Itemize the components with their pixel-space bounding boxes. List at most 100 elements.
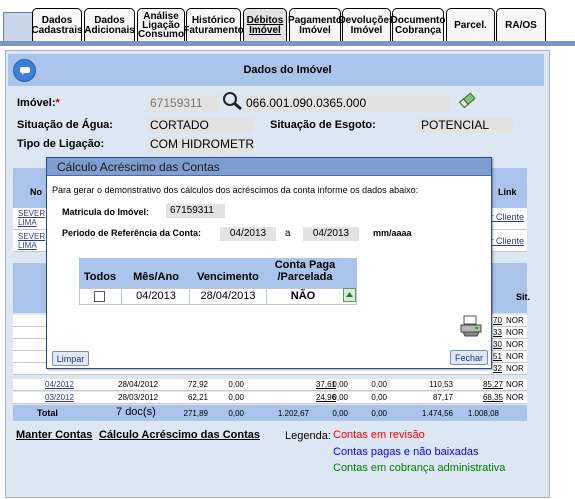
header-vencimento: Vencimento [197, 271, 259, 283]
due-date-cell: 28/03/2012 [118, 393, 159, 402]
tab-label: Imóvel [350, 24, 383, 36]
value-cell: 87,17 [432, 393, 453, 402]
value-link[interactable]: 68,35 [463, 392, 503, 403]
client-name[interactable]: LIMA [18, 240, 37, 251]
situacao-agua-value: CORTADO [147, 118, 254, 133]
value-cell: 0,00 [371, 380, 387, 389]
legend-item-cobranca: Contas em cobrança administrativa [333, 462, 506, 474]
value-link[interactable]: 85,27 [463, 379, 503, 390]
amount-link[interactable]: 30 [493, 339, 502, 350]
tab-pagamento-imovel[interactable]: Pagamento Imóvel [288, 8, 342, 42]
tab-documento-cobranca[interactable]: Documento Cobrança [391, 8, 446, 42]
total-value: 271,89 [183, 409, 208, 418]
situation-cell: NOR [506, 393, 524, 402]
periodo-fim-input[interactable]: 04/2013 [303, 227, 359, 241]
situation-cell: NOR [506, 316, 524, 325]
reference-link[interactable]: 04/2012 [45, 379, 74, 390]
column-header-sit: Sit. [516, 292, 531, 302]
imovel-label-text: Imóvel: [17, 97, 56, 109]
total-value: 1.474,56 [421, 409, 453, 418]
tab-debitos-imovel[interactable]: Débitos Imóvel [243, 8, 287, 42]
total-value: 0,00 [371, 409, 387, 418]
tab-label: Imóvel [249, 24, 281, 36]
legend-label: Legenda: [285, 430, 331, 442]
situacao-esgoto-value: POTENCIAL [418, 118, 513, 133]
value-cell: 0,00 [332, 393, 348, 402]
value-cell: 110,53 [429, 380, 453, 389]
matricula-label: Matricula do Imóvel: [62, 207, 150, 217]
reference-link[interactable]: 03/2012 [45, 392, 74, 403]
amount-link[interactable]: 70 [493, 315, 502, 326]
column-header-link: Link [498, 187, 517, 197]
tab-strip: Dados Cadastrais Dados Adicionais Análise L… [0, 0, 575, 46]
total-value: 0,00 [332, 409, 348, 418]
value-cell: 0,00 [371, 393, 387, 402]
tab-devolucoes-imovel[interactable]: Devoluções Imóvel [338, 8, 395, 42]
situation-cell: NOR [506, 364, 524, 373]
manter-contas-link[interactable]: Manter Contas [16, 429, 92, 441]
total-count: 7 doc(s) [116, 406, 156, 418]
header-conta-paga-line2: /Parcelada [277, 271, 333, 283]
periodo-label: Periodo de Referência da Conta: [62, 228, 202, 238]
tab-historico-faturamento[interactable]: Histórico Faturamento [183, 8, 244, 42]
tab-label: Parcel. [454, 19, 487, 31]
amount-link[interactable]: 32 [493, 363, 502, 374]
calculo-acrescimo-link[interactable]: Cálculo Acréscimo das Contas [99, 429, 260, 441]
calculo-acrescimo-dialog: Cálculo Acréscimo das Contas Para gerar … [46, 157, 492, 369]
row-select-checkbox[interactable] [94, 291, 105, 302]
tab-dados-adicionais[interactable]: Dados Adicionais [84, 8, 135, 42]
situacao-esgoto-label: Situação de Esgoto: [270, 119, 376, 131]
legend-item-pagas: Contas pagas e não baixadas [333, 446, 479, 458]
tab-dados-cadastrais[interactable]: Dados Cadastrais [31, 8, 83, 42]
fechar-button[interactable]: Fechar [450, 350, 488, 365]
tab-label: Cadastrais [31, 24, 83, 36]
header-mes-ano: Mês/Ano [133, 271, 179, 283]
total-value: 1.202,67 [277, 409, 309, 418]
tab-ra-os[interactable]: RA/OS [496, 8, 546, 42]
limpar-button[interactable]: Limpar [52, 351, 89, 366]
amount-link[interactable]: 51 [493, 351, 502, 362]
periodo-separator: a [285, 228, 291, 239]
client-name[interactable]: LIMA [18, 217, 37, 228]
periodo-format-hint: mm/aaaa [373, 228, 412, 238]
total-count-unit: doc(s) [125, 406, 156, 418]
tab-label: Consumo [137, 29, 185, 40]
tab-label: Cobrança [394, 24, 442, 36]
printer-icon[interactable] [459, 314, 483, 338]
tab-analise-ligacao-consumo[interactable]: Análise Ligação Consumo [137, 8, 185, 42]
required-marker: * [55, 97, 60, 109]
dialog-matricula-value: 67159311 [166, 204, 225, 218]
search-magnifier-icon[interactable] [222, 91, 244, 111]
situacao-agua-label: Situação de Água: [17, 119, 113, 131]
eraser-icon[interactable] [457, 91, 477, 109]
endereco-field: 066.001.090.0365.000 [243, 95, 450, 112]
total-value: 0,00 [228, 409, 244, 418]
total-count-number: 7 [116, 406, 123, 418]
header-conta-paga: Conta Paga/Parcelada [266, 259, 344, 283]
column-header-no: No [30, 187, 42, 197]
tipo-ligacao-value: COM HIDROMETR [147, 137, 254, 152]
header-conta-paga-line1: Conta Paga [274, 259, 336, 271]
situation-cell: NOR [506, 340, 524, 349]
value-cell: 0,00 [332, 380, 348, 389]
matricula-input[interactable]: 67159311 [147, 95, 219, 112]
situation-cell: NOR [506, 380, 524, 389]
tab-strip-baseline [0, 41, 575, 46]
cell-divider [121, 289, 122, 304]
page-title: Dados do Imóvel [243, 64, 332, 76]
total-value: 1.008,08 [467, 409, 499, 418]
dialog-instruction: Para gerar o demonstrativo dos cálculos … [52, 185, 419, 195]
periodo-inicio-input[interactable]: 04/2013 [220, 227, 276, 241]
row-conta-paga: NÃO [290, 290, 316, 302]
situation-cell: NOR [506, 328, 524, 337]
value-cell: 0,00 [228, 380, 244, 389]
dialog-title-bar[interactable]: Cálculo Acréscimo das Contas [47, 158, 491, 176]
imovel-label: Imóvel:* [17, 97, 60, 109]
row-mes-ano: 04/2013 [136, 290, 176, 302]
value-cell: 72,92 [187, 380, 208, 389]
amount-link[interactable]: 33 [493, 327, 502, 338]
scroll-up-arrow-icon[interactable] [343, 288, 356, 302]
tab-parcelamento[interactable]: Parcel. [446, 8, 495, 42]
tipo-ligacao-label: Tipo de Ligação: [17, 138, 105, 150]
situation-cell: NOR [506, 352, 524, 361]
